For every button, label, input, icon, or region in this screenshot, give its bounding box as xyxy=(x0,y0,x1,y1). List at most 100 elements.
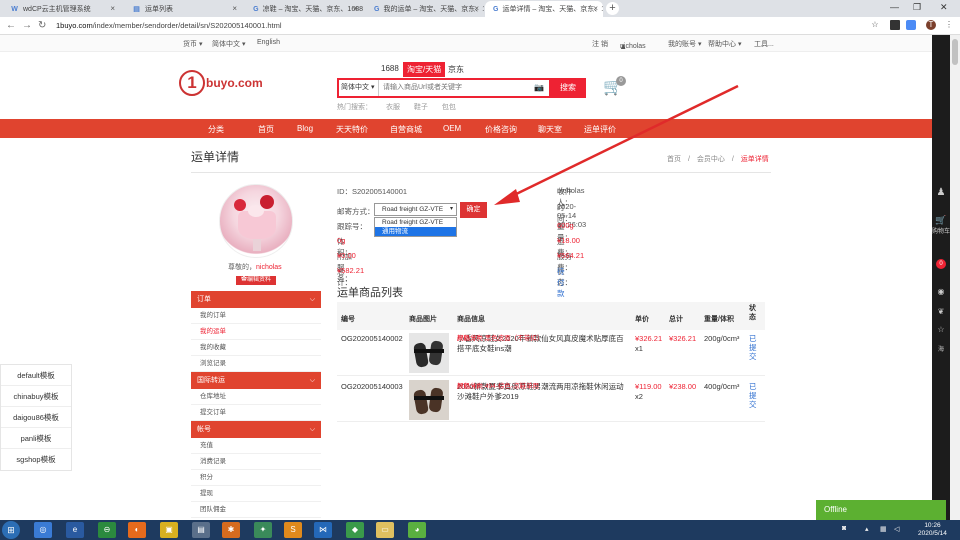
my-account-link[interactable]: 我的账号 ▾ xyxy=(668,39,701,49)
menu-item-price-inquiry[interactable]: 价格咨询 xyxy=(485,124,517,135)
close-icon[interactable]: × xyxy=(593,4,598,13)
sublime-icon[interactable]: S xyxy=(284,522,302,538)
hot-search-item[interactable]: 衣服 xyxy=(386,104,400,111)
close-window-icon[interactable]: ✕ xyxy=(940,2,948,13)
hot-search-item[interactable]: 鞋子 xyxy=(414,104,428,111)
app-icon[interactable]: ✦ xyxy=(254,522,272,538)
template-option[interactable]: sgshop模板 xyxy=(1,449,71,470)
cart-label[interactable]: 购物车 xyxy=(932,229,950,236)
logout-link[interactable]: 注 销 xyxy=(592,39,608,49)
start-button[interactable]: ⊞ xyxy=(2,521,20,539)
reload-icon[interactable]: ↻ xyxy=(38,20,46,31)
footprint-icon[interactable]: ❦ xyxy=(932,307,950,316)
vscode-icon[interactable]: ⋈ xyxy=(314,522,332,538)
browser-tab[interactable]: WwdCP云主机管理系统 × xyxy=(2,1,120,17)
status-value[interactable]: 待付款 xyxy=(557,266,565,299)
close-icon[interactable]: × xyxy=(474,4,479,13)
tab-1688[interactable]: 1688 xyxy=(381,64,399,73)
ship-option-highlighted[interactable]: 通用物流 xyxy=(375,227,456,236)
sidebar-header-account[interactable]: 帐号 ⌵ xyxy=(191,421,321,438)
breadcrumb-member[interactable]: 会员中心 xyxy=(697,156,725,163)
menu-item-chat[interactable]: 聊天室 xyxy=(538,124,562,135)
minimize-icon[interactable]: — xyxy=(890,2,899,12)
close-icon[interactable]: × xyxy=(110,4,115,13)
browser-tab-active[interactable]: G 运单详情 – 淘宝、天猫、京东、1 × xyxy=(485,1,603,17)
browser-tab[interactable]: ▤ 运单列表 × xyxy=(124,1,242,17)
app-icon[interactable]: ◆ xyxy=(346,522,364,538)
network-icon[interactable]: ▦ xyxy=(880,525,887,533)
sidebar-item-my-waybills[interactable]: 我的运单 xyxy=(191,324,321,340)
camera-icon[interactable]: 📷 xyxy=(534,83,544,92)
tab-taobao[interactable]: 淘宝/天猫 xyxy=(403,62,446,77)
help-center-link[interactable]: 帮助中心 ▾ xyxy=(708,39,741,49)
app-icon[interactable]: ▣ xyxy=(160,522,178,538)
tools-link[interactable]: 工具... xyxy=(754,39,774,49)
scrollbar[interactable] xyxy=(950,35,960,520)
language-select[interactable]: 简体中文 ▾ xyxy=(212,39,245,49)
sidebar-item-history[interactable]: 浏览记录 xyxy=(191,356,321,372)
ie-icon[interactable]: e xyxy=(66,522,84,538)
template-option[interactable]: chinabuy模板 xyxy=(1,386,71,407)
profile-avatar[interactable]: T xyxy=(926,20,936,30)
sidebar-item-team-commission[interactable]: 团队佣金 xyxy=(191,502,321,518)
sidebar-header-transship[interactable]: 国际转运 ⌵ xyxy=(191,372,321,389)
offline-chat-widget[interactable]: Offline xyxy=(816,500,946,520)
sidebar-item-submit-order[interactable]: 提交订单 xyxy=(191,405,321,421)
template-option[interactable]: daigou86模板 xyxy=(1,407,71,428)
tray-icon[interactable]: ▴ xyxy=(865,525,869,533)
misc-icon[interactable]: 海 xyxy=(932,344,950,353)
english-link[interactable]: English xyxy=(257,39,280,46)
user-icon[interactable]: ♟ xyxy=(932,187,950,198)
ship-option[interactable]: Road freight GZ-VTE xyxy=(375,218,456,227)
row-status[interactable]: 已提交 xyxy=(749,382,759,409)
menu-item-home[interactable]: 首页 xyxy=(258,124,274,135)
template-option[interactable]: default模板 xyxy=(1,365,71,386)
extension-icon[interactable] xyxy=(890,20,900,30)
app-icon[interactable]: ▤ xyxy=(192,522,210,538)
cart-icon[interactable]: 🛒 xyxy=(932,215,950,226)
ship-method-select[interactable]: Road freight GZ-VTE ▾ xyxy=(374,203,457,216)
edit-profile-button[interactable]: ✿编辑资料 xyxy=(236,276,276,285)
menu-item-blog[interactable]: Blog xyxy=(297,124,313,133)
confirm-button[interactable]: 确定 xyxy=(460,202,487,218)
search-language-select[interactable]: 简体中文 ▾ xyxy=(339,80,379,96)
row-status[interactable]: 已提交 xyxy=(749,334,759,361)
app-icon[interactable]: ✱ xyxy=(222,522,240,538)
clock[interactable]: 10:26 2020/5/14 xyxy=(918,522,947,538)
file-explorer-icon[interactable]: ▭ xyxy=(376,522,394,538)
product-image[interactable] xyxy=(409,380,449,420)
star-icon[interactable]: ☆ xyxy=(870,20,880,30)
menu-icon[interactable]: ⋮ xyxy=(944,20,954,30)
extension-icon[interactable] xyxy=(906,20,916,30)
template-option[interactable]: panli模板 xyxy=(1,428,71,449)
sidebar-header-orders[interactable]: 订单 ⌵ xyxy=(191,291,321,308)
menu-item-oem[interactable]: OEM xyxy=(443,124,461,133)
menu-item-category[interactable]: 分类 xyxy=(208,124,224,135)
sidebar-item-spending[interactable]: 消费记录 xyxy=(191,454,321,470)
chrome-icon[interactable]: ◎ xyxy=(34,522,52,538)
coins-icon[interactable]: ◉ xyxy=(932,287,950,296)
volume-icon[interactable]: ◁ xyxy=(894,525,899,533)
sidebar-item-recharge[interactable]: 充值 xyxy=(191,438,321,454)
tab-jd[interactable]: 京东 xyxy=(448,64,464,75)
menu-item-store[interactable]: 自营商城 xyxy=(390,124,422,135)
hot-search-item[interactable]: 包包 xyxy=(442,104,456,111)
scrollbar-thumb[interactable] xyxy=(952,39,958,65)
currency-select[interactable]: 货币 ▾ xyxy=(183,39,202,49)
browser-tab[interactable]: G 我的运单 – 淘宝、天猫、京东、1 × xyxy=(366,1,484,17)
new-tab-button[interactable]: + xyxy=(606,2,619,15)
app-icon[interactable]: ◕ xyxy=(408,522,426,538)
product-image[interactable] xyxy=(409,333,449,373)
tray-icon[interactable]: ◙ xyxy=(842,525,846,532)
browser-tab[interactable]: G 凉鞋 – 淘宝、天猫、京东、1688 × xyxy=(245,1,363,17)
close-icon[interactable]: × xyxy=(232,4,237,13)
firefox-icon[interactable]: ◐ xyxy=(128,522,146,538)
app-icon[interactable]: ⊖ xyxy=(98,522,116,538)
search-input[interactable] xyxy=(383,80,533,96)
profile-name[interactable]: nicholas xyxy=(256,264,282,271)
sidebar-item-warehouse[interactable]: 仓库地址 xyxy=(191,389,321,405)
site-logo[interactable]: 1 buyo.com xyxy=(179,70,279,100)
sidebar-item-favorites[interactable]: 我的收藏 xyxy=(191,340,321,356)
search-button[interactable]: 搜索 xyxy=(550,78,586,98)
menu-item-reviews[interactable]: 运单评价 xyxy=(584,124,616,135)
